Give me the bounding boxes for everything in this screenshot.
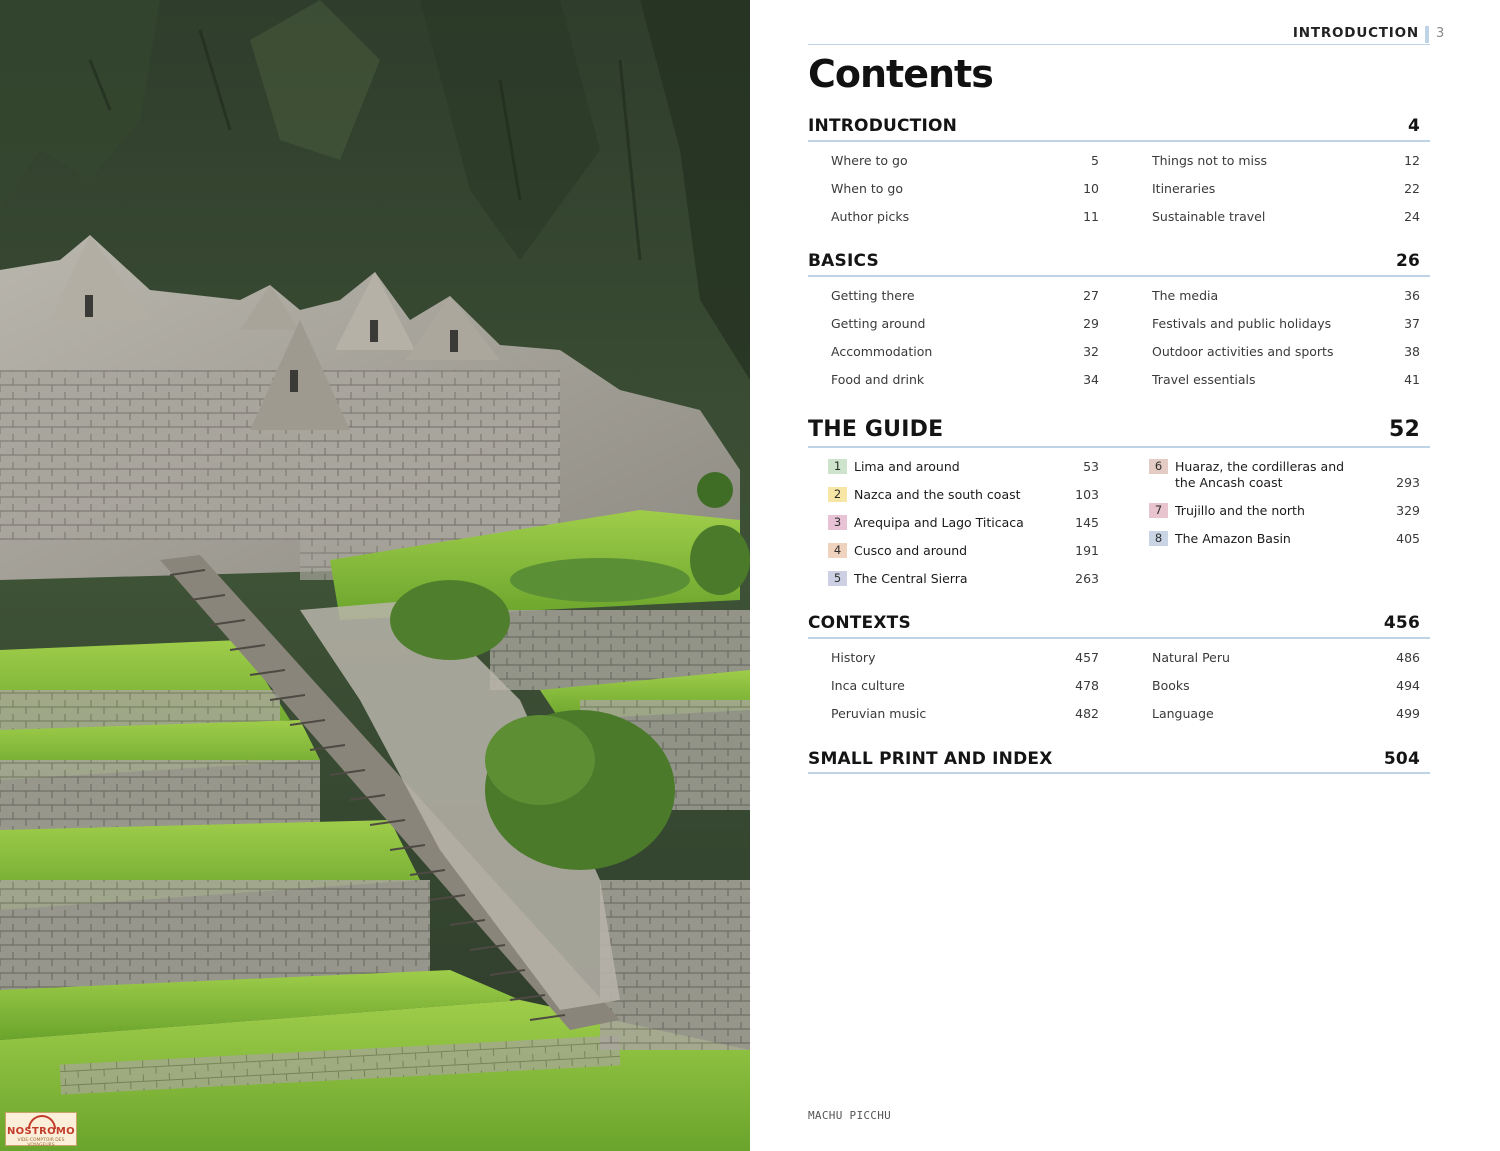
entry-page: 478 (1075, 678, 1099, 693)
chapter-number-badge: 4 (828, 543, 847, 558)
logo-text: NOSTROMO (7, 1126, 75, 1137)
section-rule (808, 275, 1430, 277)
section-label: THE GUIDE (808, 417, 944, 442)
section-rule (808, 637, 1430, 639)
entry-page: 482 (1075, 706, 1099, 721)
entry-page: 37 (1404, 316, 1420, 331)
entry-label: Natural Peru (1152, 650, 1230, 665)
entry-page: 41 (1404, 372, 1420, 387)
entry-page: 36 (1404, 288, 1420, 303)
chapter-page: 405 (1396, 531, 1420, 546)
chapter-label: Nazca and the south coast (854, 487, 1021, 502)
entry-label: Getting there (831, 288, 915, 303)
entry-label: Peruvian music (831, 706, 927, 721)
section-basics[interactable]: BASICS 26 (808, 249, 1430, 271)
entry-page: 457 (1075, 650, 1099, 665)
section-introduction[interactable]: INTRODUCTION 4 (808, 114, 1430, 136)
entry-label: Inca culture (831, 678, 905, 693)
machu-picchu-photo: NOSTROMO VIDE-COMPTOIR DES VOYAGEURS (0, 0, 750, 1151)
chapter-label-line2: the Ancash coast (1175, 475, 1283, 490)
entry-label: Language (1152, 706, 1214, 721)
chapter-label: Arequipa and Lago Titicaca (854, 515, 1024, 530)
chapter-page: 191 (1075, 543, 1099, 558)
entry-label: The media (1152, 288, 1219, 303)
chapter-number-badge: 8 (1149, 531, 1168, 546)
chapter-number-badge: 3 (828, 515, 847, 530)
entry-page: 29 (1083, 316, 1099, 331)
section-page: 4 (1407, 116, 1420, 136)
entry-label: Outdoor activities and sports (1152, 344, 1334, 359)
entry-page: 22 (1404, 181, 1420, 196)
entry-page: 11 (1083, 209, 1099, 224)
section-small-print[interactable]: SMALL PRINT AND INDEX 504 (808, 747, 1430, 769)
entry-page: 5 (1091, 153, 1099, 168)
chapter-number-badge: 6 (1149, 459, 1168, 474)
chapter-page: 263 (1075, 571, 1099, 586)
chapter-number-badge: 5 (828, 571, 847, 586)
entry-label: Itineraries (1152, 181, 1216, 196)
entry-label: Food and drink (831, 372, 925, 387)
running-head-bar (1425, 26, 1429, 43)
header-rule (808, 44, 1430, 45)
photo-illustration (0, 0, 750, 1151)
section-label: SMALL PRINT AND INDEX (808, 749, 1053, 769)
contents-page: INTRODUCTION 3 Contents INTRODUCTION 4 W… (750, 0, 1500, 1151)
chapter-label: The Central Sierra (854, 571, 968, 586)
chapter-page: 329 (1396, 503, 1420, 518)
entry-page: 24 (1404, 209, 1420, 224)
section-guide[interactable]: THE GUIDE 52 (808, 414, 1430, 442)
section-label: CONTEXTS (808, 613, 911, 633)
entry-label: Things not to miss (1152, 153, 1268, 168)
entry-label: Where to go (831, 153, 908, 168)
page-number: 3 (1436, 26, 1445, 41)
chapter-label: Lima and around (854, 459, 960, 474)
section-page: 26 (1395, 251, 1420, 271)
section-page: 504 (1383, 749, 1420, 769)
entry-label: Accommodation (831, 344, 933, 359)
entry-label: Getting around (831, 316, 926, 331)
photo-caption: MACHU PICCHU (808, 1109, 892, 1122)
chapter-label: Trujillo and the north (1175, 503, 1305, 518)
entry-page: 38 (1404, 344, 1420, 359)
entry-page: 12 (1404, 153, 1420, 168)
chapter-page: 293 (1396, 475, 1420, 490)
section-rule (808, 140, 1430, 142)
entry-page: 10 (1083, 181, 1099, 196)
entry-label: Sustainable travel (1152, 209, 1266, 224)
section-label: INTRODUCTION (808, 116, 958, 136)
entry-page: 34 (1083, 372, 1099, 387)
entry-label: Books (1152, 678, 1190, 693)
chapter-page: 53 (1083, 459, 1099, 474)
logo-subtext: VIDE-COMPTOIR DES VOYAGEURS (17, 1138, 65, 1148)
chapter-page: 145 (1075, 515, 1099, 530)
chapter-label: Cusco and around (854, 543, 968, 558)
running-head: INTRODUCTION (1292, 25, 1419, 41)
chapter-number-badge: 2 (828, 487, 847, 502)
entry-page: 486 (1396, 650, 1420, 665)
entry-label: When to go (831, 181, 903, 196)
chapter-number-badge: 7 (1149, 503, 1168, 518)
entry-label: Author picks (831, 209, 910, 224)
chapter-label: Huaraz, the cordilleras and (1175, 459, 1345, 474)
chapter-entry[interactable]: 6 Huaraz, the cordilleras and the Ancash c… (1149, 459, 1420, 493)
section-contexts[interactable]: CONTEXTS 456 (808, 611, 1430, 633)
section-page: 52 (1388, 417, 1420, 442)
chapter-number-badge: 1 (828, 459, 847, 474)
section-rule (808, 446, 1430, 448)
entry-page: 27 (1083, 288, 1099, 303)
nostromo-logo: NOSTROMO VIDE-COMPTOIR DES VOYAGEURS (5, 1112, 77, 1148)
entry-page: 494 (1396, 678, 1420, 693)
entry-label: History (831, 650, 876, 665)
section-page: 456 (1383, 613, 1420, 633)
entry-label: Festivals and public holidays (1152, 316, 1332, 331)
section-label: BASICS (808, 251, 879, 271)
entry-page: 32 (1083, 344, 1099, 359)
entry-label: Travel essentials (1152, 372, 1256, 387)
page-title: Contents (808, 52, 994, 96)
chapter-label: The Amazon Basin (1175, 531, 1291, 546)
entry-page: 499 (1396, 706, 1420, 721)
chapter-page: 103 (1075, 487, 1099, 502)
section-rule (808, 772, 1430, 774)
